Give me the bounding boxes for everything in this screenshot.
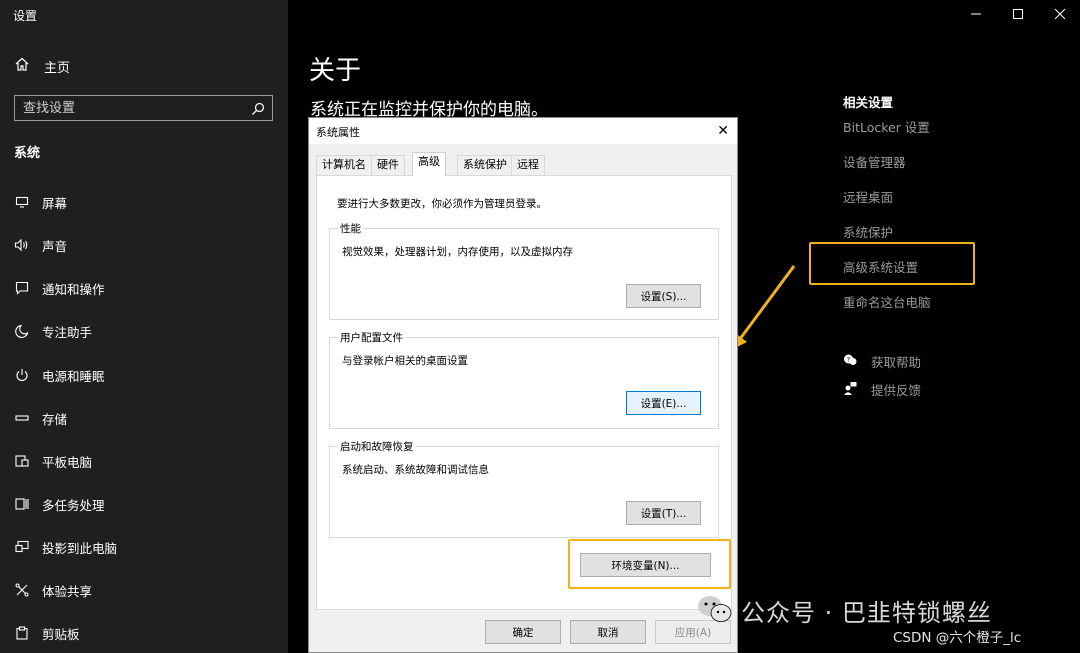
- tab-advanced[interactable]: 高级: [412, 152, 446, 176]
- help-label: 获取帮助: [871, 355, 922, 370]
- feedback-icon: [843, 380, 857, 399]
- startup-recovery-settings-button[interactable]: 设置(T)...: [626, 501, 701, 525]
- sidebar-item-label: 多任务处理: [42, 497, 105, 513]
- svg-text:?: ?: [847, 356, 850, 364]
- minimize-icon: [971, 13, 981, 15]
- sidebar-item-shared-experiences[interactable]: 体验共享: [14, 579, 92, 601]
- share-icon: [14, 582, 30, 598]
- moon-icon: [14, 323, 30, 339]
- tab-computer-name[interactable]: 计算机名: [316, 155, 372, 175]
- user-profiles-settings-button[interactable]: 设置(E)...: [626, 391, 701, 415]
- group-description: 系统启动、系统故障和调试信息: [342, 464, 489, 476]
- wechat-icon: [697, 594, 733, 628]
- storage-icon: [14, 410, 30, 426]
- ok-button[interactable]: 确定: [485, 620, 561, 644]
- search-icon[interactable]: [251, 101, 265, 120]
- sidebar-item-label: 屏幕: [42, 195, 68, 211]
- link-bitlocker[interactable]: BitLocker 设置: [843, 117, 930, 136]
- maximize-icon: [1013, 9, 1023, 19]
- highlight-box-advanced-settings: [809, 242, 975, 285]
- project-icon: [14, 539, 30, 555]
- wechat-watermark: 公众号 · 巴韭特锁螺丝: [697, 593, 992, 628]
- system-properties-dialog: 系统属性 ✕ 计算机名 硬件 高级 系统保护 远程 要进行大多数更改，你必须作为…: [308, 117, 738, 653]
- tab-remote[interactable]: 远程: [511, 155, 545, 175]
- monitor-icon: [14, 194, 30, 210]
- cancel-button[interactable]: 取消: [570, 620, 646, 644]
- close-icon: [1054, 8, 1066, 20]
- sidebar-item-label: 通知和操作: [42, 281, 105, 297]
- sidebar-item-label: 平板电脑: [42, 454, 93, 470]
- sidebar-item-label: 专注助手: [42, 324, 93, 340]
- get-help-link[interactable]: ? 获取帮助: [843, 352, 921, 371]
- link-rename-pc[interactable]: 重命名这台电脑: [843, 292, 931, 311]
- tablet-icon: [14, 453, 30, 469]
- app-title: 设置: [13, 9, 38, 23]
- sidebar-item-clipboard[interactable]: 剪贴板: [14, 622, 80, 644]
- sidebar-item-label: 电源和睡眠: [42, 368, 105, 384]
- group-description: 与登录帐户相关的桌面设置: [342, 355, 468, 367]
- group-title: 性能: [338, 221, 363, 236]
- power-icon: [14, 367, 30, 383]
- home-icon: [14, 56, 30, 76]
- sidebar-item-focus-assist[interactable]: 专注助手: [14, 320, 92, 342]
- settings-sidebar: 设置 主页 系统 屏幕 声音 通知和操作 专注助手 电源和睡眠 存储 平板: [0, 0, 288, 653]
- group-startup-recovery: 启动和故障恢复 系统启动、系统故障和调试信息 设置(T)...: [329, 439, 719, 538]
- maximize-button[interactable]: [1010, 6, 1026, 22]
- tab-hardware[interactable]: 硬件: [371, 155, 405, 175]
- performance-settings-button[interactable]: 设置(S)...: [626, 284, 701, 308]
- admin-note: 要进行大多数更改，你必须作为管理员登录。: [337, 198, 547, 210]
- search-box[interactable]: [14, 95, 273, 121]
- search-input[interactable]: [23, 99, 243, 117]
- notification-icon: [14, 280, 30, 296]
- link-remote-desktop[interactable]: 远程桌面: [843, 187, 893, 206]
- sidebar-item-projecting[interactable]: 投影到此电脑: [14, 536, 117, 558]
- group-title: 启动和故障恢复: [338, 439, 416, 454]
- help-icon: ?: [843, 352, 857, 371]
- dialog-close-button[interactable]: ✕: [717, 123, 729, 139]
- group-description: 视觉效果，处理器计划，内存使用，以及虚拟内存: [342, 246, 573, 258]
- sidebar-item-label: 投影到此电脑: [42, 540, 118, 556]
- minimize-button[interactable]: [968, 6, 984, 22]
- clipboard-icon: [14, 625, 30, 641]
- sidebar-item-home[interactable]: 主页: [14, 55, 70, 77]
- link-device-manager[interactable]: 设备管理器: [843, 152, 906, 171]
- window-close-button[interactable]: [1052, 6, 1068, 22]
- sidebar-item-power[interactable]: 电源和睡眠: [14, 364, 105, 386]
- section-title: 系统: [14, 146, 41, 161]
- sidebar-item-notifications[interactable]: 通知和操作: [14, 277, 105, 299]
- related-settings-title: 相关设置: [843, 95, 894, 110]
- sidebar-item-sound[interactable]: 声音: [14, 234, 67, 256]
- group-performance: 性能 视觉效果，处理器计划，内存使用，以及虚拟内存 设置(S)...: [329, 221, 719, 320]
- speaker-icon: [14, 237, 30, 253]
- feedback-link[interactable]: 提供反馈: [843, 380, 921, 399]
- wechat-watermark-text: 公众号 · 巴韭特锁螺丝: [741, 599, 992, 627]
- highlight-box-environment-variables: [568, 539, 731, 589]
- sidebar-item-label: 主页: [44, 60, 71, 76]
- group-title: 用户配置文件: [338, 330, 405, 345]
- csdn-watermark: CSDN @六个橙子_lc: [893, 630, 1022, 646]
- feedback-label: 提供反馈: [871, 383, 922, 398]
- multitask-icon: [14, 496, 30, 512]
- sidebar-item-multitasking[interactable]: 多任务处理: [14, 493, 105, 515]
- sidebar-item-label: 声音: [42, 238, 68, 254]
- sidebar-item-storage[interactable]: 存储: [14, 407, 67, 429]
- link-system-protection[interactable]: 系统保护: [843, 222, 893, 241]
- sidebar-item-label: 存储: [42, 411, 68, 427]
- sidebar-item-tablet[interactable]: 平板电脑: [14, 450, 92, 472]
- sidebar-item-label: 体验共享: [42, 583, 93, 599]
- dialog-title: 系统属性: [316, 126, 360, 139]
- page-title: 关于: [309, 56, 362, 86]
- sidebar-item-label: 剪贴板: [42, 626, 80, 642]
- dialog-titlebar[interactable]: 系统属性 ✕: [309, 118, 737, 144]
- tab-system-protection[interactable]: 系统保护: [457, 155, 513, 175]
- sidebar-item-display[interactable]: 屏幕: [14, 191, 67, 213]
- group-user-profiles: 用户配置文件 与登录帐户相关的桌面设置 设置(E)...: [329, 330, 719, 429]
